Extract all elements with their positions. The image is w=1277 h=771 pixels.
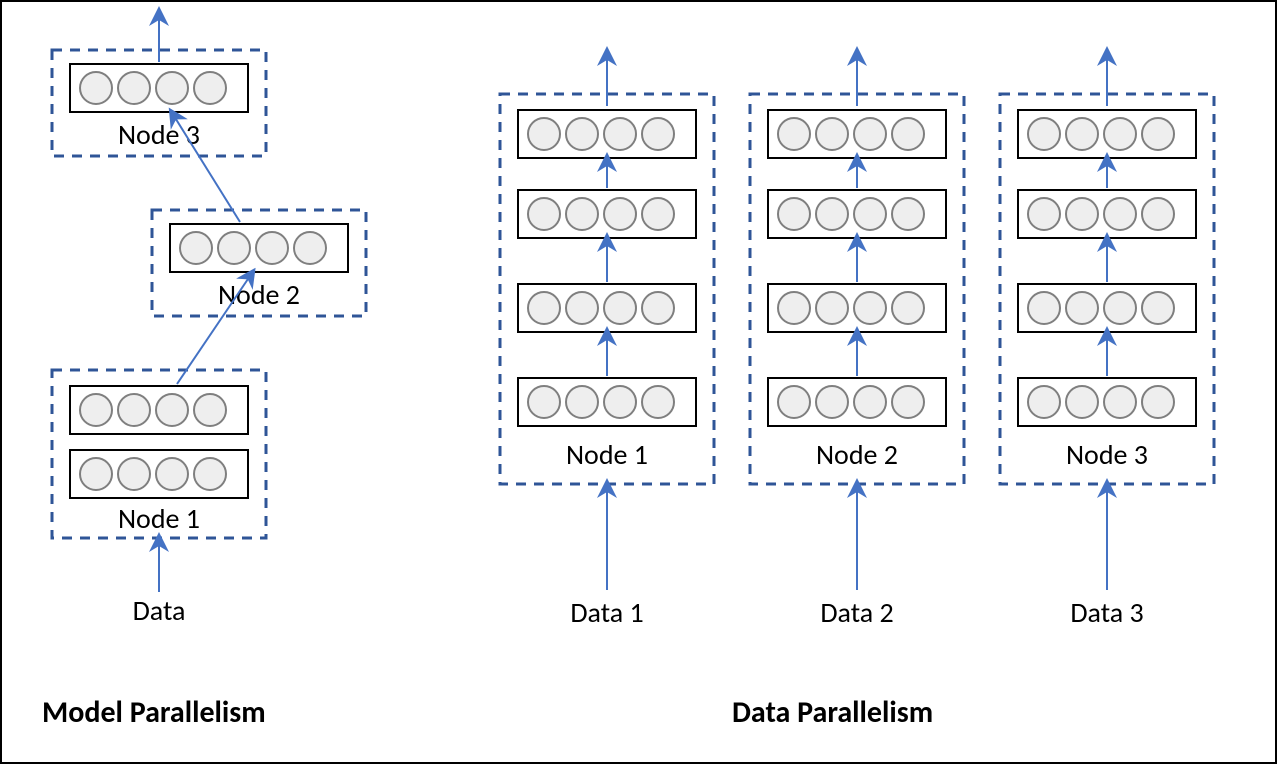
dp-node-1: Node 1 [500, 94, 714, 484]
layer-box [768, 378, 946, 426]
dp-node-3-label: Node 3 [1066, 437, 1148, 472]
layer-box [1018, 378, 1196, 426]
mp-node-3: Node 3 [52, 50, 266, 156]
dp-data-3-label: Data 3 [1070, 595, 1143, 630]
dp-node-2: Node 2 [750, 94, 964, 484]
mp-node-1: Node 1 [52, 370, 266, 538]
layer-box [1018, 284, 1196, 332]
layer-box [70, 450, 248, 498]
layer-box [768, 284, 946, 332]
layer-box [768, 190, 946, 238]
layer-box [170, 224, 348, 272]
diagram-svg: Node 1 Node 2 Node 3 Data Model Par [2, 2, 1277, 766]
dp-data-2-label: Data 2 [820, 595, 893, 630]
layer-box [518, 190, 696, 238]
dp-node-3: Node 3 [1000, 94, 1214, 484]
diagram-canvas: Node 1 Node 2 Node 3 Data Model Par [0, 0, 1277, 764]
mp-node-1-label: Node 1 [118, 501, 200, 536]
dp-node-1-label: Node 1 [566, 437, 648, 472]
arrow-node1-to-node2 [177, 276, 250, 384]
layer-box [768, 110, 946, 158]
dp-data-1-label: Data 1 [570, 595, 643, 630]
arrow-node2-to-node3 [174, 116, 240, 222]
layer-box [1018, 110, 1196, 158]
mp-node-3-label: Node 3 [118, 117, 200, 152]
dp-title: Data Parallelism [732, 694, 933, 731]
layer-box [70, 64, 248, 112]
layer-box [518, 284, 696, 332]
layer-box [518, 378, 696, 426]
mp-node-2: Node 2 [152, 210, 366, 316]
layer-box [70, 386, 248, 434]
dp-node-2-label: Node 2 [816, 437, 898, 472]
mp-data-label: Data [133, 593, 186, 628]
layer-box [518, 110, 696, 158]
layer-box [1018, 190, 1196, 238]
mp-title: Model Parallelism [42, 694, 266, 731]
